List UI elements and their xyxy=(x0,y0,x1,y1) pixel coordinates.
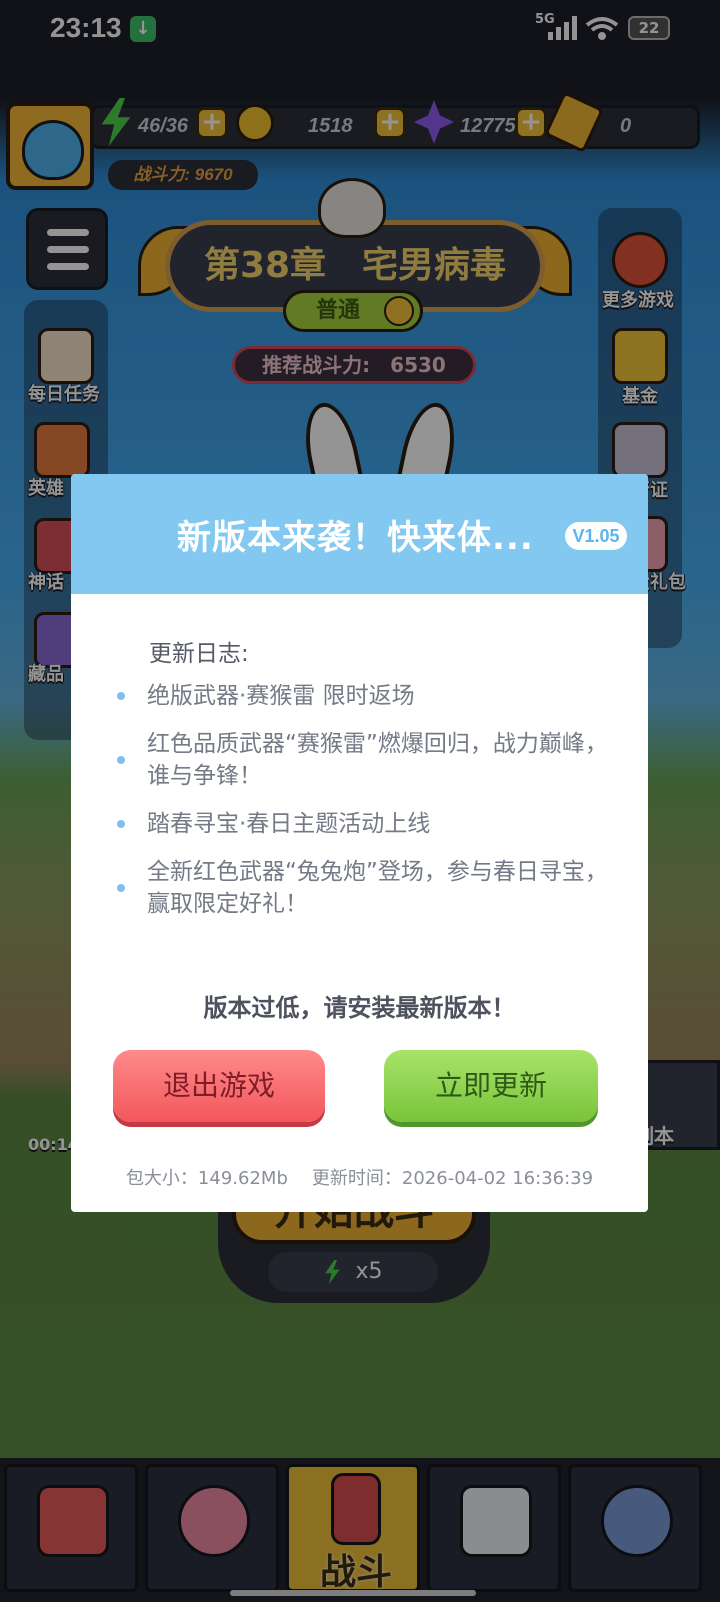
update-time: 更新时间：2026-04-02 16:36:39 xyxy=(311,1168,594,1189)
changelog-item: 踏春寻宝·春日主题活动上线 xyxy=(117,808,617,840)
package-meta: 包大小：149.62Mb 更新时间：2026-04-02 16:36:39 xyxy=(71,1164,648,1190)
version-warning: 版本过低，请安装最新版本！ xyxy=(203,994,516,1022)
dialog-title: 新版本来袭！快来体... xyxy=(177,518,534,558)
bullet-icon xyxy=(117,820,125,828)
changelog-heading: 更新日志: xyxy=(149,641,249,667)
update-now-button[interactable]: 立即更新 xyxy=(384,1050,598,1122)
changelog-item: 全新红色武器“兔兔炮”登场，参与春日寻宝，赢取限定好礼！ xyxy=(117,856,617,920)
changelog-item: 红色品质武器“赛猴雷”燃爆回归，战力巅峰，谁与争锋！ xyxy=(117,728,617,792)
changelog-list: 绝版武器·赛猴雷 限时返场 红色品质武器“赛猴雷”燃爆回归，战力巅峰，谁与争锋！… xyxy=(117,680,617,936)
exit-game-button[interactable]: 退出游戏 xyxy=(113,1050,325,1122)
package-size: 包大小：149.62Mb xyxy=(125,1168,288,1189)
bullet-icon xyxy=(117,884,125,892)
dialog-header: 新版本来袭！快来体... V1.05 xyxy=(71,474,648,594)
bullet-icon xyxy=(117,692,125,700)
bullet-icon xyxy=(117,756,125,764)
version-badge: V1.05 xyxy=(565,522,627,550)
changelog-item: 绝版武器·赛猴雷 限时返场 xyxy=(117,680,617,712)
update-dialog: 新版本来袭！快来体... V1.05 更新日志: 绝版武器·赛猴雷 限时返场 红… xyxy=(71,474,648,1212)
